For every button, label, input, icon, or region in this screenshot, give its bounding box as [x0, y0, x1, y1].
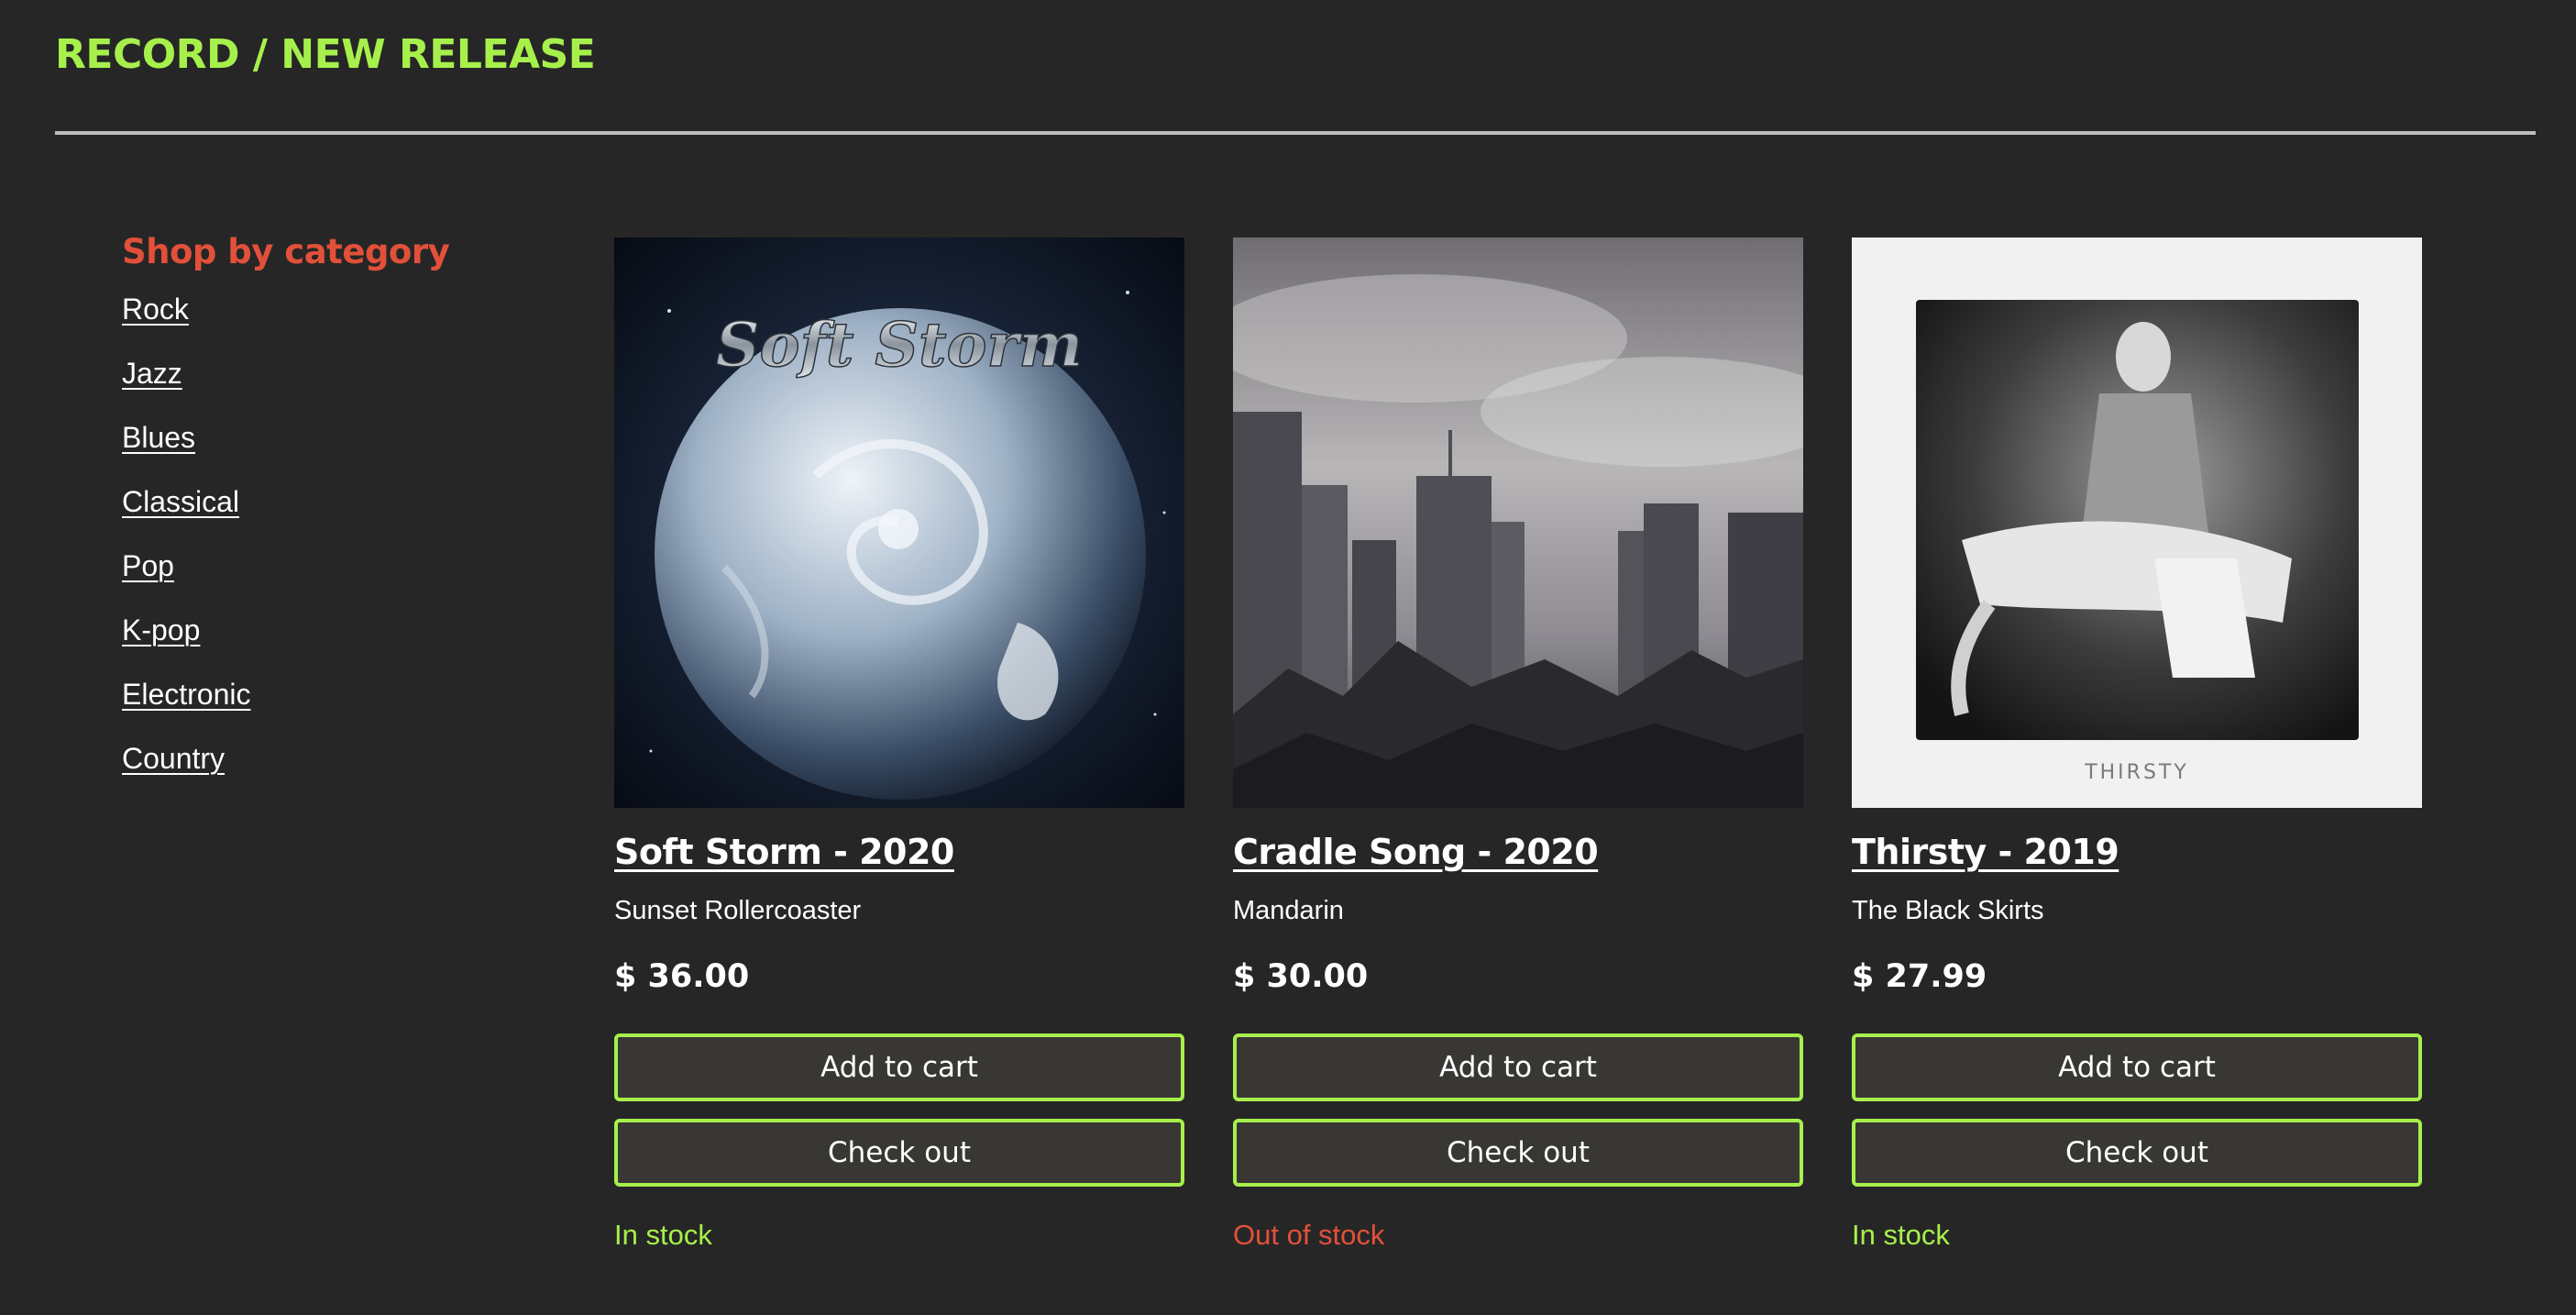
product-title-link[interactable]: Thirsty - 2019	[1852, 832, 2119, 872]
product-price: $ 30.00	[1233, 958, 1369, 995]
category-link-jazz[interactable]: Jazz	[122, 357, 182, 390]
stock-status: In stock	[614, 1219, 712, 1251]
category-link-blues[interactable]: Blues	[122, 421, 195, 454]
add-to-cart-button[interactable]: Add to cart	[614, 1033, 1184, 1101]
product-card: Cradle Song - 2020 Mandarin $ 30.00 Add …	[1233, 238, 1803, 1251]
product-price: $ 36.00	[614, 958, 750, 995]
product-card: THIRSTY Thirsty - 2019 The Black Skirts …	[1852, 238, 2422, 1251]
category-link-rock[interactable]: Rock	[122, 293, 189, 326]
product-artist: Sunset Rollercoaster	[614, 896, 862, 925]
stock-status: Out of stock	[1233, 1219, 1385, 1251]
category-sidebar: Shop by category Rock Jazz Blues Classic…	[122, 225, 450, 806]
check-out-button[interactable]: Check out	[614, 1119, 1184, 1187]
stock-status: In stock	[1852, 1219, 1950, 1251]
album-cover-art	[1233, 238, 1803, 808]
product-price: $ 27.99	[1852, 958, 1987, 995]
svg-text:THIRSTY: THIRSTY	[2084, 761, 2189, 784]
album-cover-soft-storm[interactable]: Soft Storm	[614, 238, 1184, 808]
product-card: Soft Storm Soft Storm - 2020 Sunset Roll…	[614, 238, 1184, 1251]
album-cover-thirsty[interactable]: THIRSTY	[1852, 238, 2422, 808]
site-title: RECORD / NEW RELEASE	[55, 31, 596, 78]
album-cover-art: Soft Storm	[614, 238, 1184, 808]
category-link-pop[interactable]: Pop	[122, 549, 174, 582]
check-out-button[interactable]: Check out	[1852, 1119, 2422, 1187]
product-artist: Mandarin	[1233, 896, 1344, 925]
product-artist: The Black Skirts	[1852, 896, 2044, 925]
category-link-classical[interactable]: Classical	[122, 485, 239, 518]
album-cover-cradle-song[interactable]	[1233, 238, 1803, 808]
album-cover-art: THIRSTY	[1852, 238, 2422, 808]
sidebar-heading: Shop by category	[122, 232, 450, 271]
add-to-cart-button[interactable]: Add to cart	[1233, 1033, 1803, 1101]
svg-text:Soft Storm: Soft Storm	[716, 309, 1083, 381]
add-to-cart-button[interactable]: Add to cart	[1852, 1033, 2422, 1101]
product-title-link[interactable]: Soft Storm - 2020	[614, 832, 954, 872]
category-link-kpop[interactable]: K-pop	[122, 613, 200, 646]
check-out-button[interactable]: Check out	[1233, 1119, 1803, 1187]
header-divider	[55, 131, 2536, 135]
category-list: Rock Jazz Blues Classical Pop K-pop Elec…	[122, 293, 449, 806]
category-link-country[interactable]: Country	[122, 742, 225, 775]
product-title-link[interactable]: Cradle Song - 2020	[1233, 832, 1599, 872]
category-link-electronic[interactable]: Electronic	[122, 678, 251, 711]
